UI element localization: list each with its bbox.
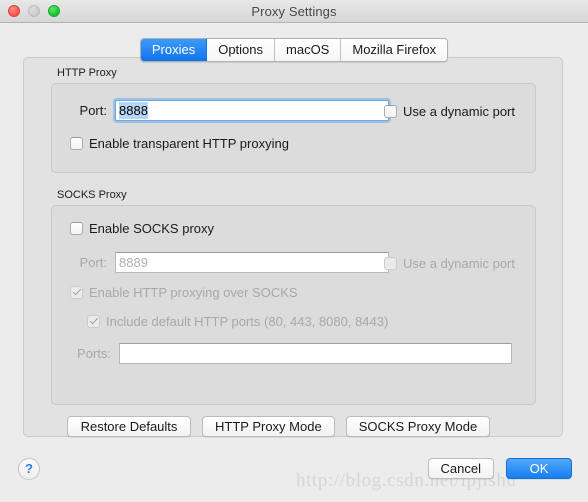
http-port-input[interactable]: 8888 xyxy=(115,100,389,121)
socks-dynamic-port-label: Use a dynamic port xyxy=(403,256,515,271)
socks-enable-checkbox-row[interactable]: Enable SOCKS proxy xyxy=(70,221,214,236)
tab-bar: Proxies Options macOS Mozilla Firefox xyxy=(0,38,588,62)
socks-dynamic-port-checkbox[interactable] xyxy=(384,257,397,270)
http-dynamic-port-checkbox[interactable] xyxy=(384,105,397,118)
http-port-row: Port: 8888 xyxy=(63,100,389,121)
proxies-tab-panel: HTTP Proxy Port: 8888 Use a dynamic port… xyxy=(23,57,563,437)
window-title: Proxy Settings xyxy=(251,3,337,19)
socks-enable-label: Enable SOCKS proxy xyxy=(89,221,215,236)
help-button[interactable]: ? xyxy=(18,458,40,480)
socks-ports-input[interactable] xyxy=(119,343,512,364)
http-proxy-group: HTTP Proxy Port: 8888 Use a dynamic port… xyxy=(51,67,536,173)
http-dynamic-port-checkbox-row[interactable]: Use a dynamic port xyxy=(384,104,515,119)
socks-enable-checkbox[interactable] xyxy=(70,222,83,235)
minimize-window-button[interactable] xyxy=(28,5,40,17)
ok-button[interactable]: OK xyxy=(506,458,572,479)
tab-options[interactable]: Options xyxy=(207,39,276,61)
socks-port-input[interactable]: 8889 xyxy=(115,252,389,273)
tab-mozilla-firefox[interactable]: Mozilla Firefox xyxy=(341,39,448,61)
socks-ports-label: Ports: xyxy=(77,346,111,361)
http-dynamic-port-label: Use a dynamic port xyxy=(403,104,515,119)
socks-ports-row: Ports: xyxy=(63,343,512,364)
socks-default-ports-checkbox[interactable] xyxy=(87,315,100,328)
http-proxy-group-body: Port: 8888 Use a dynamic port Enable tra… xyxy=(51,83,536,173)
socks-http-over-socks-checkbox[interactable] xyxy=(70,286,83,299)
dialog-button-row: Cancel OK xyxy=(427,458,572,479)
traffic-light-group xyxy=(8,5,60,17)
http-transparent-proxy-label: Enable transparent HTTP proxying xyxy=(89,136,289,151)
socks-proxy-group-title: SOCKS Proxy xyxy=(57,189,127,201)
close-window-button[interactable] xyxy=(8,5,20,17)
socks-default-ports-label: Include default HTTP ports (80, 443, 808… xyxy=(106,314,389,329)
tab-macos[interactable]: macOS xyxy=(275,39,342,61)
socks-proxy-group: SOCKS Proxy Enable SOCKS proxy Port: 888… xyxy=(51,189,536,405)
socks-proxy-group-body: Enable SOCKS proxy Port: 8889 Use a dyna… xyxy=(51,205,536,405)
http-proxy-mode-button[interactable]: HTTP Proxy Mode xyxy=(202,416,335,437)
socks-proxy-mode-button[interactable]: SOCKS Proxy Mode xyxy=(345,416,491,437)
mode-button-row: Restore Defaults HTTP Proxy Mode SOCKS P… xyxy=(67,416,491,437)
socks-default-ports-checkbox-row[interactable]: Include default HTTP ports (80, 443, 808… xyxy=(87,314,388,329)
maximize-window-button[interactable] xyxy=(48,5,60,17)
socks-dynamic-port-checkbox-row[interactable]: Use a dynamic port xyxy=(384,256,515,271)
socks-port-value: 8889 xyxy=(119,255,148,270)
http-transparent-proxy-checkbox-row[interactable]: Enable transparent HTTP proxying xyxy=(70,136,289,151)
http-transparent-proxy-checkbox[interactable] xyxy=(70,137,83,150)
socks-http-over-socks-label: Enable HTTP proxying over SOCKS xyxy=(89,285,298,300)
socks-port-label: Port: xyxy=(79,255,107,270)
http-proxy-group-title: HTTP Proxy xyxy=(57,67,117,79)
tab-proxies[interactable]: Proxies xyxy=(140,39,208,61)
cancel-button[interactable]: Cancel xyxy=(427,458,494,479)
restore-defaults-button[interactable]: Restore Defaults xyxy=(67,416,191,437)
http-port-label: Port: xyxy=(79,103,107,118)
socks-port-row: Port: 8889 xyxy=(63,252,389,273)
socks-http-over-socks-checkbox-row[interactable]: Enable HTTP proxying over SOCKS xyxy=(70,285,298,300)
window-titlebar: Proxy Settings xyxy=(0,0,588,23)
http-port-value: 8888 xyxy=(119,102,148,119)
